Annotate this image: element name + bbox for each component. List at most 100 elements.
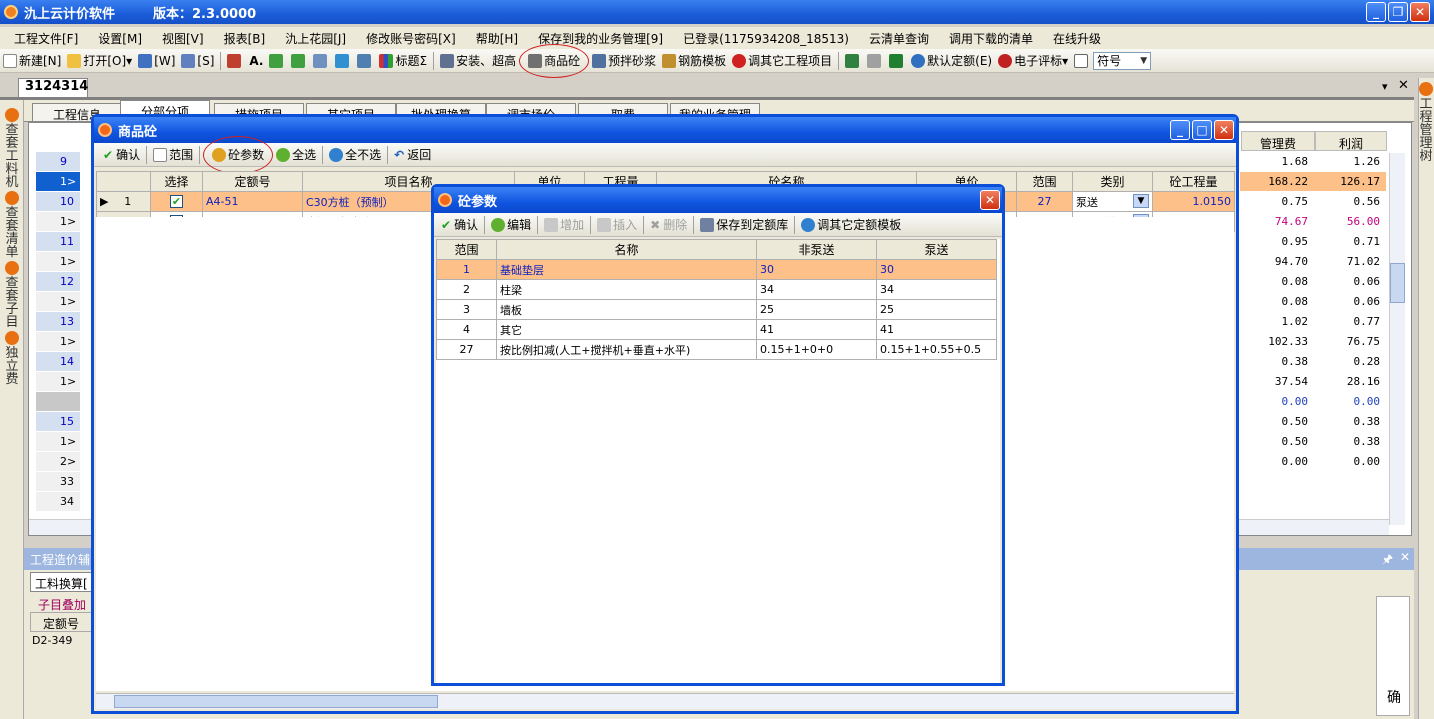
menu-report[interactable]: 报表[B] <box>214 30 276 47</box>
call-other-project-button[interactable]: 调其它工程项目 <box>729 50 835 72</box>
name-cell[interactable]: 基础垫层 <box>496 259 757 280</box>
param-dialog-close-button[interactable]: ✕ <box>980 190 1000 210</box>
pump-cell[interactable]: 30 <box>876 259 997 280</box>
pump-cell[interactable]: 25 <box>876 299 997 320</box>
table-row[interactable]: 2 柱梁 34 34 <box>436 279 997 300</box>
tab-list-arrow-icon[interactable]: ▾ <box>1382 80 1388 93</box>
name-cell[interactable]: 墙板 <box>496 299 757 320</box>
scroll-thumb[interactable] <box>1390 263 1405 303</box>
panel-close-icon[interactable]: ✕ <box>1400 550 1410 564</box>
range-cell[interactable]: 4 <box>436 319 497 340</box>
name-cell[interactable]: 其它 <box>496 319 757 340</box>
dialog-minimize-button[interactable]: _ <box>1170 120 1190 140</box>
document-tab[interactable]: 3124314 <box>18 78 88 98</box>
e-eval-button[interactable]: 电子评标 ▾ <box>995 50 1071 72</box>
commercial-concrete-button[interactable]: 商品砼 <box>519 43 590 78</box>
delete-button[interactable]: ✖ 删除 <box>647 214 690 236</box>
menu-help[interactable]: 帮助[H] <box>466 30 528 47</box>
minimize-button[interactable]: _ <box>1366 2 1386 22</box>
sidebar-item-labor[interactable]: 查套工料机 <box>1 108 23 189</box>
dialog-maximize-button[interactable]: □ <box>1192 120 1212 140</box>
menu-settings[interactable]: 设置[M] <box>88 30 152 47</box>
lock-button[interactable] <box>224 50 246 72</box>
hscroll-thumb[interactable] <box>114 695 438 708</box>
sidebar-item-list[interactable]: 查套清单 <box>1 191 23 259</box>
name-cell[interactable]: 按比例扣减(人工+搅拌机+垂直+水平) <box>496 339 757 360</box>
insert-row-button[interactable] <box>310 50 332 72</box>
concrete-qty-cell[interactable]: 1.0150 <box>1152 191 1235 212</box>
dialog-close-button[interactable]: ✕ <box>1214 120 1234 140</box>
default-quota-button[interactable]: 默认定额(E) <box>908 50 995 72</box>
open-button[interactable]: 打开[O] ▾ <box>64 50 135 72</box>
font-button[interactable]: A. <box>246 50 266 72</box>
range-cell[interactable]: 27 <box>1016 191 1073 212</box>
dialog-hscrollbar[interactable] <box>96 693 1234 709</box>
indent-button[interactable] <box>332 50 354 72</box>
back-button[interactable]: ↶ 返回 <box>391 144 434 166</box>
sidebar-item-sub[interactable]: 查套子目 <box>1 261 23 329</box>
save-s-button[interactable]: [S] <box>178 50 217 72</box>
menu-change-password[interactable]: 修改账号密码[X] <box>356 30 466 47</box>
tree-button[interactable] <box>354 50 376 72</box>
menu-call-downloaded[interactable]: 调用下载的清单 <box>939 30 1043 47</box>
restore-button[interactable]: ❐ <box>1388 2 1408 22</box>
select-none-button[interactable]: 全不选 <box>326 144 384 166</box>
select-checkbox-cell[interactable]: ✔ <box>150 191 203 212</box>
premix-mortar-button[interactable]: 预拌砂浆 <box>589 50 659 72</box>
param-confirm-button[interactable]: ✔ 确认 <box>438 214 481 236</box>
table-row[interactable]: 1 基础垫层 30 30 <box>436 259 997 280</box>
pump-cell[interactable]: 34 <box>876 279 997 300</box>
range-cell[interactable]: 27 <box>436 339 497 360</box>
grid-vscrollbar[interactable] <box>1389 153 1405 525</box>
save-w-button[interactable]: [W] <box>135 50 178 72</box>
menu-logged-in[interactable]: 已登录(1175934208_18513) <box>673 30 859 47</box>
add-button[interactable]: 增加 <box>541 214 587 236</box>
install-button[interactable]: 安装、超高 <box>437 50 519 72</box>
concrete-params-button[interactable]: 砼参数 <box>203 135 274 174</box>
save-to-library-button[interactable]: 保存到定额库 <box>697 214 791 236</box>
title-sigma-button[interactable]: 标题Σ <box>376 50 430 72</box>
grid-button[interactable] <box>1071 50 1093 72</box>
non-pump-cell[interactable]: 25 <box>756 299 877 320</box>
range-cell[interactable]: 3 <box>436 299 497 320</box>
menu-online-upgrade[interactable]: 在线升级 <box>1043 30 1111 47</box>
non-pump-cell[interactable]: 30 <box>756 259 877 280</box>
select-all-button[interactable]: 全选 <box>273 144 319 166</box>
sidebar-item-independent[interactable]: 独立费 <box>1 331 23 386</box>
dropdown-arrow-icon[interactable]: ▼ <box>1133 193 1149 208</box>
pin-icon[interactable]: 🖈 <box>1382 550 1393 571</box>
pump-cell[interactable]: 0.15+1+0.55+0.5 <box>876 339 997 360</box>
non-pump-cell[interactable]: 0.15+1+0+0 <box>756 339 877 360</box>
quota-cell[interactable]: A4-51 <box>202 191 303 212</box>
menu-garden[interactable]: 氿上花园[J] <box>275 30 356 47</box>
menu-file[interactable]: 工程文件[F] <box>4 30 88 47</box>
non-pump-cell[interactable]: 41 <box>756 319 877 340</box>
calculator-button[interactable] <box>842 50 864 72</box>
type-select[interactable]: 泵送▼ <box>1072 191 1153 212</box>
rebar-template-button[interactable]: 钢筋模板 <box>659 50 729 72</box>
insert-button[interactable]: 插入 <box>594 214 640 236</box>
pump-cell[interactable]: 41 <box>876 319 997 340</box>
table-row[interactable]: 3 墙板 25 25 <box>436 299 997 320</box>
table-row[interactable]: 27 按比例扣减(人工+搅拌机+垂直+水平) 0.15+1+0+0 0.15+1… <box>436 339 997 360</box>
range-cell[interactable]: 2 <box>436 279 497 300</box>
range-button[interactable]: 范围 <box>150 144 196 166</box>
confirm-partial-label[interactable]: 确 <box>1387 687 1401 707</box>
non-pump-cell[interactable]: 34 <box>756 279 877 300</box>
name-cell[interactable]: 柱梁 <box>496 279 757 300</box>
table-row[interactable]: 4 其它 41 41 <box>436 319 997 340</box>
project-tree-tab[interactable]: 工程管理树 <box>1419 82 1433 163</box>
symbol-select[interactable]: 符号 ▼ <box>1093 51 1152 70</box>
excel-button[interactable] <box>886 50 908 72</box>
new-button[interactable]: 新建[N] <box>0 50 64 72</box>
select-checkbox[interactable]: ✔ <box>170 195 183 209</box>
close-button[interactable]: ✕ <box>1410 2 1430 22</box>
move-down-button[interactable] <box>288 50 310 72</box>
edit-button[interactable]: 编辑 <box>488 214 534 236</box>
range-cell[interactable]: 1 <box>436 259 497 280</box>
confirm-button[interactable]: ✔ 确认 <box>100 144 143 166</box>
call-template-button[interactable]: 调其它定额模板 <box>798 214 904 236</box>
menu-cloud-query[interactable]: 云清单查询 <box>859 30 939 47</box>
doc-close-icon[interactable]: ✕ <box>1398 78 1409 93</box>
calc-gray-button[interactable] <box>864 50 886 72</box>
